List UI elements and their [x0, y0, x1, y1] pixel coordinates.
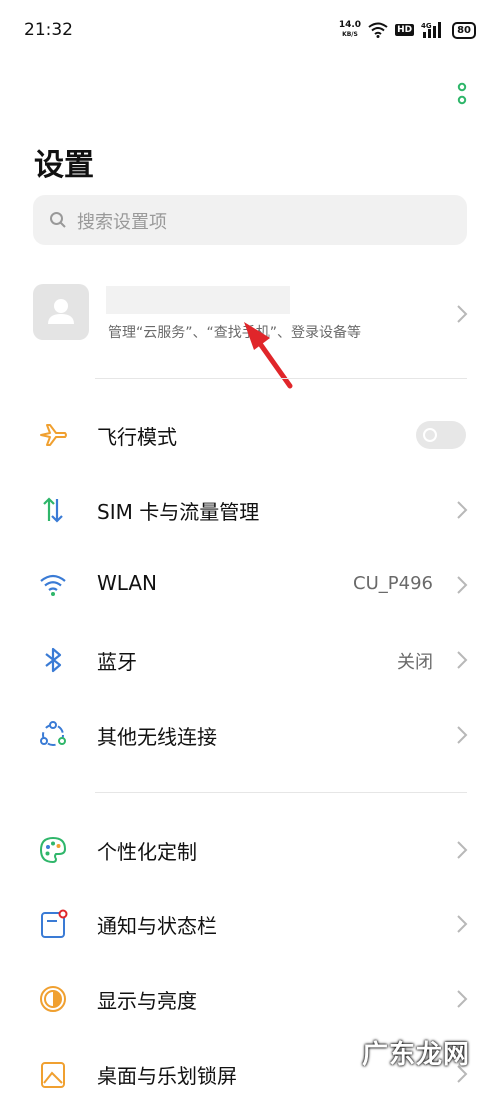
network-speed: 14.0 KB/S — [339, 21, 361, 39]
annotation-arrow — [244, 322, 293, 389]
battery-indicator: 80 — [452, 21, 476, 39]
wifi-icon — [40, 574, 66, 596]
status-bar: 21:32 14.0 KB/S HD 4G 80 — [0, 0, 500, 60]
wlan-network-name: CU_P496 — [353, 573, 433, 594]
other-wireless-icon — [40, 721, 66, 746]
settings-row-airplane-mode[interactable]: 飞行模式 — [0, 405, 500, 465]
search-placeholder: 搜索设置项 — [77, 212, 167, 233]
airplane-icon — [40, 424, 67, 446]
chevron-right-icon — [457, 305, 468, 323]
wifi-status-icon — [368, 22, 388, 38]
row-label: 桌面与乐划锁屏 — [97, 1064, 237, 1088]
row-label: 其他无线连接 — [97, 725, 217, 749]
person-icon — [48, 299, 74, 324]
settings-row-notifications[interactable]: 通知与状态栏 — [0, 894, 500, 954]
row-label: 显示与亮度 — [97, 989, 197, 1013]
bluetooth-status: 关闭 — [397, 652, 433, 673]
bluetooth-icon — [45, 647, 62, 673]
chevron-right-icon — [457, 841, 468, 859]
wallpaper-icon — [41, 1062, 65, 1088]
row-label: SIM 卡与流量管理 — [97, 500, 260, 524]
chevron-right-icon — [457, 651, 468, 669]
page-title: 设置 — [34, 148, 94, 183]
watermark: 广东龙网 — [362, 1040, 471, 1070]
chevron-right-icon — [457, 915, 468, 933]
search-icon — [50, 212, 66, 228]
chevron-right-icon — [457, 501, 468, 519]
account-name-redacted — [106, 286, 290, 314]
section-divider — [95, 792, 467, 793]
settings-row-personalization[interactable]: 个性化定制 — [0, 820, 500, 880]
airplane-mode-toggle[interactable] — [416, 421, 466, 449]
status-icons: 14.0 KB/S HD 4G 80 — [339, 18, 476, 42]
network-speed-unit: KB/S — [342, 31, 358, 38]
toggle-knob — [423, 428, 437, 442]
notification-icon — [41, 909, 68, 938]
signal-icon: 4G — [421, 22, 442, 38]
chevron-right-icon — [457, 576, 468, 594]
row-label: 个性化定制 — [97, 840, 197, 864]
row-label: 蓝牙 — [97, 650, 137, 674]
hd-badge: HD — [395, 24, 415, 36]
settings-row-other-wireless[interactable]: 其他无线连接 — [0, 705, 500, 765]
palette-icon — [39, 836, 67, 864]
section-divider — [95, 378, 467, 379]
avatar — [33, 284, 89, 340]
search-input[interactable]: 搜索设置项 — [33, 195, 467, 245]
chevron-right-icon — [457, 726, 468, 744]
more-options-icon[interactable] — [452, 82, 472, 108]
network-speed-value: 14.0 — [338, 20, 362, 30]
row-label: 通知与状态栏 — [97, 914, 217, 938]
settings-row-bluetooth[interactable]: 蓝牙 关闭 — [0, 630, 500, 690]
settings-row-wlan[interactable]: WLAN CU_P496 — [0, 555, 500, 615]
brightness-icon — [40, 986, 66, 1012]
settings-row-sim-data[interactable]: SIM 卡与流量管理 — [0, 480, 500, 540]
row-label: WLAN — [97, 571, 158, 595]
settings-row-display-brightness[interactable]: 显示与亮度 — [0, 969, 500, 1029]
row-label: 飞行模式 — [97, 425, 177, 449]
network-type-label: 4G — [421, 22, 432, 30]
status-time: 21:32 — [24, 20, 73, 40]
sim-data-icon — [43, 497, 63, 523]
chevron-right-icon — [457, 990, 468, 1008]
